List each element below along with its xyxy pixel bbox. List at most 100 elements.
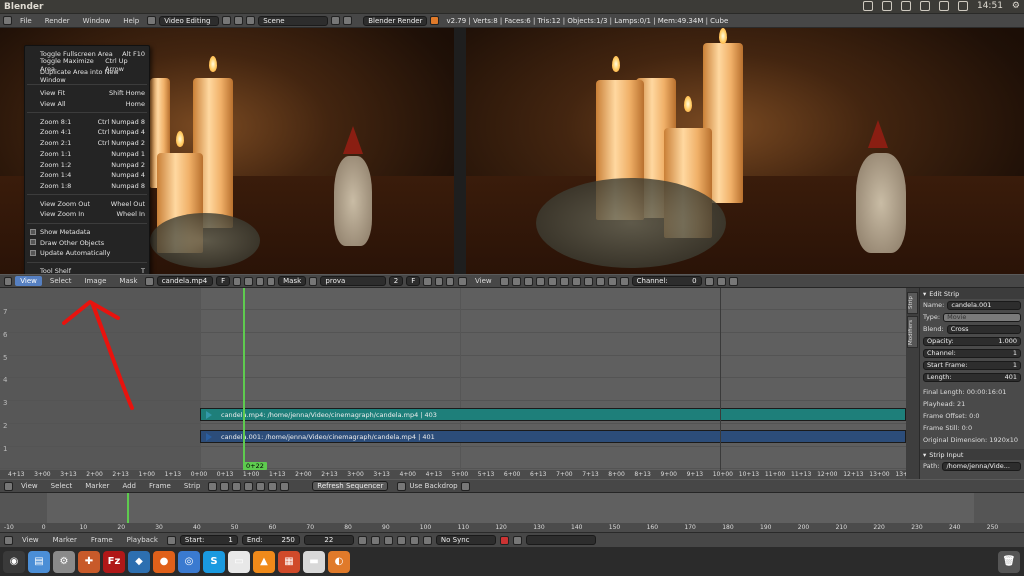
- editor-type-icon[interactable]: [3, 16, 12, 25]
- menu-image[interactable]: Image: [79, 276, 111, 286]
- view-menu-item[interactable]: Zoom 1:1 Numpad 1: [25, 149, 149, 160]
- close-scene-icon[interactable]: [343, 16, 353, 25]
- dropbox-icon[interactable]: [862, 1, 873, 11]
- sequencer-time-ruler[interactable]: 4+13 3+00 3+13 2+00 2+13 1+00 1+13 0+00 0+13 1+00…: [0, 470, 916, 479]
- image-fake-user-button[interactable]: F: [216, 276, 231, 286]
- mail-icon[interactable]: [900, 1, 911, 11]
- area-divider[interactable]: [454, 28, 466, 274]
- editor-type-icon[interactable]: [4, 481, 13, 491]
- menu-frame[interactable]: Frame: [144, 481, 176, 491]
- mask-name-field[interactable]: prova: [320, 276, 386, 286]
- screen-layout-icon[interactable]: [147, 16, 157, 25]
- view-menu-item[interactable]: Zoom 4:1 Ctrl Numpad 4: [25, 127, 149, 138]
- record-icon[interactable]: [499, 535, 509, 545]
- tab-modifiers[interactable]: Modifiers: [907, 316, 918, 348]
- editor-type-icon[interactable]: [4, 276, 13, 286]
- settings-icon[interactable]: ⚙: [53, 550, 75, 573]
- view-menu-item[interactable]: Show Metadata: [25, 227, 149, 238]
- end-frame-field[interactable]: End: 250: [241, 535, 300, 545]
- proxy-icon[interactable]: [535, 276, 545, 286]
- mask-fake-user-button[interactable]: F: [406, 276, 421, 286]
- strip-candela-mp4[interactable]: candela.mp4: /home/jenna/Video/cinemagra…: [200, 408, 906, 421]
- close-screen-icon[interactable]: [234, 16, 244, 25]
- start-frame-field[interactable]: Start Frame: 1: [923, 360, 1021, 370]
- blend-mode-select[interactable]: Cross: [946, 324, 1021, 334]
- image-browse-icon[interactable]: [145, 276, 154, 286]
- overlay-icon[interactable]: [268, 481, 278, 491]
- overlay-icon[interactable]: [445, 276, 455, 286]
- blender-icon[interactable]: ◐: [328, 550, 350, 573]
- trash-icon[interactable]: 🗑: [998, 550, 1020, 573]
- menu-strip[interactable]: Strip: [179, 481, 205, 491]
- view-menu-item[interactable]: Zoom 8:1 Ctrl Numpad 8: [25, 116, 149, 127]
- view-menu-item[interactable]: View Zoom Out Wheel Out: [25, 198, 149, 209]
- strip-name-field[interactable]: candela.001: [947, 300, 1021, 310]
- vlc-icon[interactable]: ▲: [253, 550, 275, 573]
- length-field[interactable]: Length: 401: [923, 372, 1021, 382]
- drive-icon[interactable]: ▭: [228, 550, 250, 573]
- overlay-icon[interactable]: [607, 276, 617, 286]
- keying-set-field[interactable]: [525, 535, 596, 545]
- view-type-icon[interactable]: [208, 481, 218, 491]
- ubuntu-home-icon[interactable]: ◉: [3, 550, 25, 573]
- jump-start-icon[interactable]: [357, 535, 367, 545]
- menu-help[interactable]: Help: [118, 17, 144, 25]
- close-mask-icon[interactable]: [434, 276, 443, 286]
- sequencer-mode-icon[interactable]: [220, 481, 230, 491]
- vscode-icon[interactable]: ◆: [128, 550, 150, 573]
- skype-icon[interactable]: S: [203, 550, 225, 573]
- playhead-line[interactable]: [243, 288, 245, 470]
- view-menu-item[interactable]: Zoom 2:1 Ctrl Numpad 2: [25, 138, 149, 149]
- combined-mode-icon[interactable]: [244, 481, 254, 491]
- menu-marker[interactable]: Marker: [48, 535, 82, 545]
- scope-icon[interactable]: [583, 276, 593, 286]
- menu-view[interactable]: View: [15, 276, 42, 286]
- use-backdrop-checkbox[interactable]: [397, 481, 407, 491]
- filezilla-icon[interactable]: Fz: [103, 550, 125, 573]
- play-icon[interactable]: [396, 535, 406, 545]
- menu-view[interactable]: View: [17, 535, 44, 545]
- render-engine-select[interactable]: Blender Render: [363, 15, 428, 26]
- view-menu-item[interactable]: Duplicate Area into New Window: [25, 68, 149, 84]
- battery-icon[interactable]: [919, 1, 930, 11]
- refresh-sequencer-button[interactable]: Refresh Sequencer: [312, 481, 389, 491]
- scene-icon[interactable]: [246, 16, 256, 25]
- alpha-icon[interactable]: [559, 276, 569, 286]
- play-reverse-icon[interactable]: [383, 535, 393, 545]
- prev-keyframe-icon[interactable]: [370, 535, 380, 545]
- firefox-icon[interactable]: ●: [153, 550, 175, 573]
- timeline-playhead[interactable]: [127, 493, 129, 523]
- color-channel-icon[interactable]: [547, 276, 557, 286]
- new-image-icon[interactable]: [244, 276, 253, 286]
- keying-set-icon[interactable]: [512, 535, 522, 545]
- checkbox-icon[interactable]: [30, 228, 36, 235]
- start-frame-field[interactable]: Start: 1: [179, 535, 238, 545]
- software-icon[interactable]: ✚: [78, 550, 100, 573]
- backdrop-icon[interactable]: [595, 276, 605, 286]
- opacity-field[interactable]: Opacity: 1.000: [923, 336, 1021, 346]
- preview-mode-icon[interactable]: [232, 481, 242, 491]
- grease-pencil-icon[interactable]: [619, 276, 629, 286]
- mask-mode-icon[interactable]: [266, 276, 276, 286]
- channel-field[interactable]: Channel: 1: [923, 348, 1021, 358]
- open-image-icon[interactable]: [255, 276, 264, 286]
- gear-icon[interactable]: ⚙: [1012, 1, 1020, 11]
- grease-pencil-icon[interactable]: [460, 481, 470, 491]
- screen-layout-field[interactable]: Video Editing: [159, 15, 220, 26]
- timeline-ruler[interactable]: -10 0 10 20 30 40 50 60 70 80 90 100 110 120 130 140 150…: [0, 523, 1024, 532]
- menu-render[interactable]: Render: [40, 17, 75, 25]
- lock-icon[interactable]: [704, 276, 714, 286]
- next-keyframe-icon[interactable]: [409, 535, 419, 545]
- sync-mode-select[interactable]: No Sync: [435, 535, 496, 545]
- add-screen-icon[interactable]: [222, 16, 232, 25]
- view-menu-item[interactable]: Zoom 1:8 Numpad 8: [25, 181, 149, 192]
- jump-end-icon[interactable]: [422, 535, 432, 545]
- editor-type-icon[interactable]: [4, 535, 13, 545]
- timeline-area[interactable]: [0, 493, 1024, 523]
- current-frame-field[interactable]: 22: [303, 535, 354, 545]
- menu-file[interactable]: File: [15, 17, 37, 25]
- menu-select[interactable]: Select: [46, 481, 78, 491]
- menu-select[interactable]: Select: [45, 276, 77, 286]
- image-name-field[interactable]: candela.mp4: [156, 276, 214, 286]
- menu-marker[interactable]: Marker: [80, 481, 114, 491]
